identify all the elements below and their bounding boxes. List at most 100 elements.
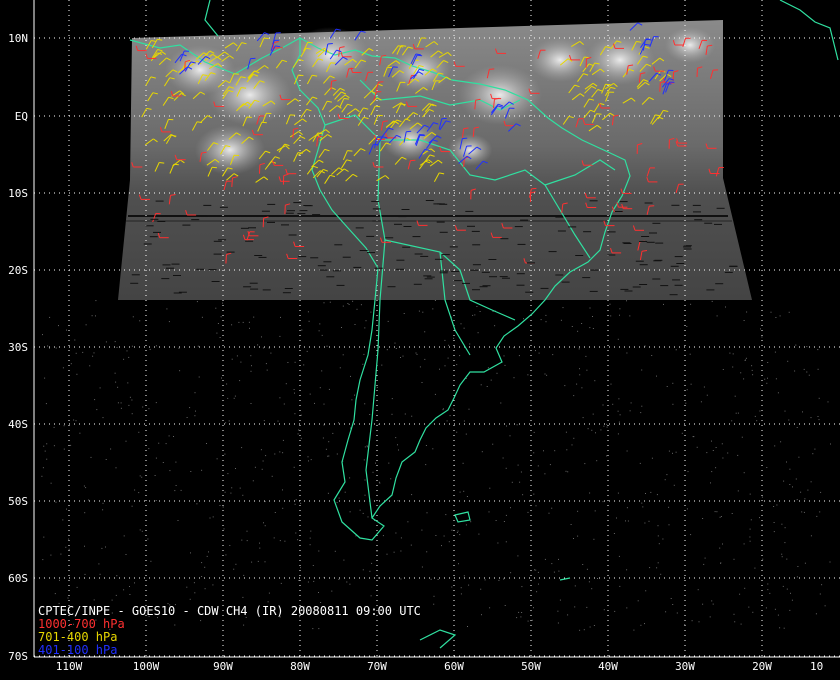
noise-speck (586, 606, 588, 608)
noise-speck (352, 300, 354, 302)
noise-speck (480, 384, 482, 386)
noise-speck (712, 603, 714, 605)
noise-speck (459, 355, 461, 357)
noise-speck (619, 308, 621, 310)
noise-speck (346, 581, 348, 583)
noise-speck (783, 627, 785, 629)
noise-speck (459, 491, 461, 493)
noise-speck (791, 599, 793, 601)
noise-speck (523, 318, 524, 320)
noise-speck (656, 494, 658, 496)
noise-speck (744, 587, 746, 589)
noise-speck (381, 364, 383, 366)
noise-speck (366, 445, 368, 447)
noise-speck (314, 402, 315, 404)
noise-speck (43, 536, 45, 538)
noise-speck (770, 500, 771, 502)
noise-speck (505, 541, 507, 543)
noise-speck (307, 311, 309, 313)
noise-speck (459, 534, 461, 536)
noise-speck (649, 567, 651, 569)
noise-speck (395, 532, 397, 534)
noise-speck (424, 358, 426, 360)
noise-speck (810, 481, 812, 483)
noise-speck (773, 531, 775, 533)
noise-speck (711, 600, 713, 602)
noise-speck (560, 319, 562, 321)
noise-speck (53, 445, 55, 447)
noise-speck (92, 355, 94, 357)
lon-label: 100W (132, 660, 160, 673)
noise-speck (364, 494, 366, 496)
noise-speck (453, 337, 455, 339)
noise-speck (645, 493, 646, 494)
noise-speck (246, 530, 248, 532)
map-canvas (33, 0, 840, 658)
noise-speck (548, 512, 550, 514)
noise-speck (190, 471, 192, 472)
noise-speck (364, 403, 366, 405)
noise-speck (47, 345, 49, 347)
noise-speck (66, 508, 67, 510)
noise-speck (719, 516, 721, 518)
noise-speck (773, 522, 775, 523)
noise-speck (589, 327, 591, 329)
noise-speck (49, 347, 50, 349)
noise-speck (168, 321, 170, 323)
noise-speck (602, 404, 604, 406)
noise-speck (216, 458, 218, 460)
noise-speck (672, 403, 674, 405)
noise-speck (458, 563, 459, 565)
noise-speck (280, 582, 282, 584)
noise-speck (364, 327, 366, 329)
noise-speck (711, 300, 713, 302)
noise-speck (350, 375, 351, 377)
noise-speck (309, 537, 311, 539)
noise-speck (626, 607, 628, 609)
noise-speck (606, 426, 608, 428)
noise-speck (676, 612, 678, 614)
noise-speck (301, 329, 303, 331)
noise-speck (328, 441, 330, 443)
noise-speck (551, 507, 553, 509)
noise-speck (233, 568, 235, 570)
noise-speck (477, 332, 479, 334)
noise-speck (619, 585, 621, 587)
noise-speck (797, 566, 799, 567)
noise-speck (434, 393, 436, 395)
noise-speck (279, 540, 281, 542)
noise-speck (231, 324, 233, 326)
noise-speck (592, 316, 593, 317)
noise-speck (760, 328, 761, 330)
noise-speck (743, 320, 745, 321)
noise-speck (503, 355, 505, 357)
noise-speck (273, 537, 275, 539)
noise-speck (480, 588, 482, 590)
noise-speck (338, 578, 340, 580)
noise-speck (498, 579, 500, 581)
noise-speck (788, 311, 790, 313)
noise-speck (686, 389, 688, 391)
noise-speck (490, 379, 492, 381)
noise-speck (715, 467, 717, 469)
noise-speck (323, 424, 325, 426)
noise-speck (50, 554, 52, 556)
noise-speck (765, 607, 767, 609)
noise-speck (332, 432, 334, 434)
lon-label: 40W (598, 660, 618, 673)
noise-speck (602, 501, 604, 503)
noise-speck (597, 578, 598, 579)
noise-speck (125, 554, 127, 555)
noise-speck (756, 420, 758, 422)
noise-speck (424, 331, 426, 333)
noise-speck (328, 388, 330, 390)
noise-speck (300, 414, 302, 416)
noise-speck (369, 414, 371, 415)
noise-speck (540, 319, 542, 321)
noise-speck (306, 350, 308, 352)
noise-speck (504, 605, 506, 606)
noise-speck (439, 368, 440, 370)
noise-speck (735, 412, 737, 414)
noise-speck (134, 582, 135, 584)
noise-speck (720, 562, 722, 564)
